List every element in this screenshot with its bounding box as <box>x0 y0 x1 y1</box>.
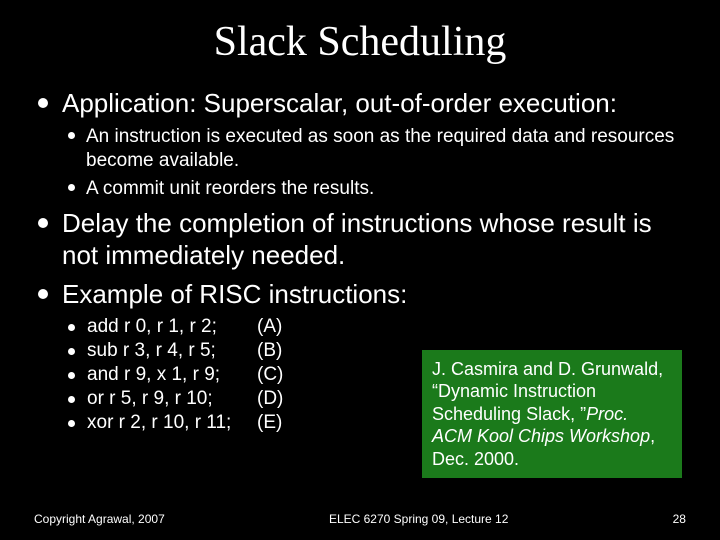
bullet-icon <box>68 324 75 331</box>
sub-bullet-text: An instruction is executed as soon as th… <box>86 125 686 173</box>
code-instr: xor r 2, r 10, r 11; <box>87 412 257 434</box>
bullet-icon <box>68 396 75 403</box>
sub-bullet-text: A commit unit reorders the results. <box>86 177 686 201</box>
code-label: (B) <box>257 340 317 362</box>
bullet-icon <box>68 372 75 379</box>
footer: Copyright Agrawal, 2007 ELEC 6270 Spring… <box>0 512 720 526</box>
code-label: (D) <box>257 388 317 410</box>
bullet-text: Application: Superscalar, out-of-order e… <box>62 88 686 119</box>
bullet-text: Delay the completion of instructions who… <box>62 208 686 270</box>
footer-page-number: 28 <box>673 512 686 526</box>
footer-copyright: Copyright Agrawal, 2007 <box>34 512 165 526</box>
ref-title: “Dynamic Instruction Scheduling Slack, ” <box>432 381 596 424</box>
bullet-icon <box>68 348 75 355</box>
code-label: (A) <box>257 316 317 338</box>
code-instr: add r 0, r 1, r 2; <box>87 316 257 338</box>
reference-box: J. Casmira and D. Grunwald, “Dynamic Ins… <box>422 350 682 479</box>
sub-bullet-list: An instruction is executed as soon as th… <box>62 125 686 200</box>
code-instr: sub r 3, r 4, r 5; <box>87 340 257 362</box>
code-instr: and r 9, x 1, r 9; <box>87 364 257 386</box>
code-row: add r 0, r 1, r 2; (A) <box>62 316 686 338</box>
code-instr: or r 5, r 9, r 10; <box>87 388 257 410</box>
ref-authors: J. Casmira and D. Grunwald, <box>432 359 663 379</box>
code-label: (C) <box>257 364 317 386</box>
bullet-application: Application: Superscalar, out-of-order e… <box>34 88 686 200</box>
code-label: (E) <box>257 412 317 434</box>
bullet-text: Example of RISC instructions: <box>62 279 686 310</box>
sub-bullet: A commit unit reorders the results. <box>62 177 686 201</box>
bullet-delay: Delay the completion of instructions who… <box>34 208 686 270</box>
footer-course: ELEC 6270 Spring 09, Lecture 12 <box>329 512 508 526</box>
slide-title: Slack Scheduling <box>34 18 686 66</box>
sub-bullet: An instruction is executed as soon as th… <box>62 125 686 173</box>
bullet-icon <box>68 420 75 427</box>
